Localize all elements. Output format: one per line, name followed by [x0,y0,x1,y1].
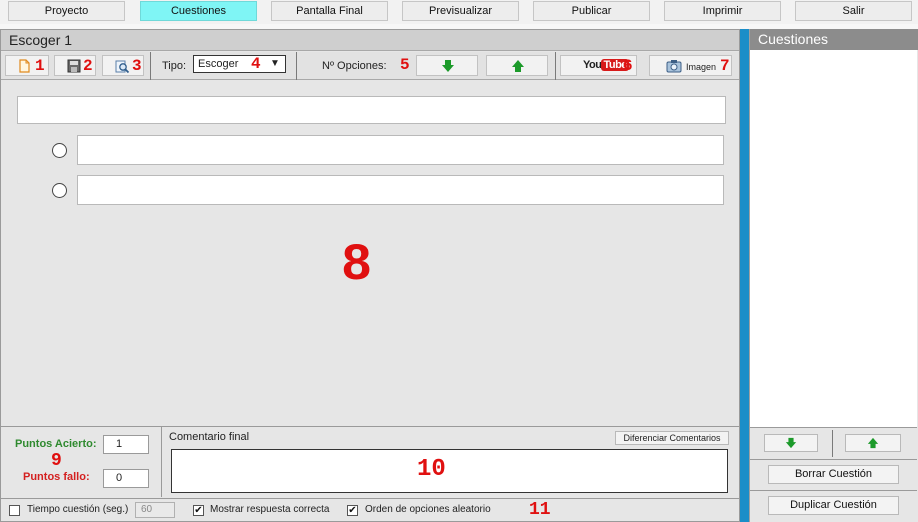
menu-salir-button[interactable]: Salir [795,1,912,21]
annotation-marker-5: 5 [400,56,410,74]
move-question-down-button[interactable] [764,434,818,452]
annotation-marker-7: 7 [720,57,730,75]
decrease-options-button[interactable] [416,55,478,76]
diferenciar-comentarios-button[interactable]: Diferenciar Comentarios [615,431,729,445]
annotation-marker-1: 1 [35,57,45,75]
puntos-fallo-input[interactable]: 0 [103,469,149,488]
sidebar-separator [832,430,833,457]
camera-icon [666,60,682,73]
save-button[interactable]: 2 [54,55,96,76]
mostrar-respuesta-label: Mostrar respuesta correcta [210,504,330,515]
option-2-input[interactable] [77,175,724,205]
increase-options-button[interactable] [486,55,548,76]
top-menu-bar: Proyecto Cuestiones Pantalla Final Previ… [0,0,918,24]
arrow-up-icon [867,437,879,449]
puntos-acierto-input[interactable]: 1 [103,435,149,454]
save-disk-icon [67,59,81,73]
annotation-marker-11: 11 [529,500,551,520]
tipo-selected-value: Escoger [198,58,239,70]
tipo-select[interactable]: Escoger 4 ▼ [193,55,286,73]
menu-publicar-button[interactable]: Publicar [533,1,650,21]
comentario-final-label: Comentario final [169,431,250,443]
preview-question-button[interactable]: 3 [102,55,144,76]
menu-cuestiones-button[interactable]: Cuestiones [140,1,257,21]
puntos-acierto-label: Puntos Acierto: [15,438,97,450]
annotation-marker-6: 6 [623,57,633,75]
duplicar-cuestion-button[interactable]: Duplicar Cuestión [768,496,899,515]
orden-aleatorio-checkbox[interactable]: ✔ [347,505,358,516]
annotation-marker-8: 8 [341,236,373,295]
sidebar-title: Cuestiones [750,29,918,50]
menu-previsualizar-button[interactable]: Previsualizar [402,1,519,21]
annotation-marker-2: 2 [83,57,93,75]
orden-aleatorio-label: Orden de opciones aleatorio [365,504,491,515]
toolbar-separator [150,52,151,80]
tiempo-input[interactable]: 60 [135,502,175,518]
imagen-button[interactable]: Imagen 7 [649,55,732,76]
arrow-down-icon [442,60,454,72]
cuestiones-list[interactable] [750,50,917,428]
annotation-marker-9: 9 [51,451,62,471]
question-title: Escoger 1 [1,30,739,51]
toolbar-separator [296,52,297,80]
scoring-comment-area: Puntos Acierto: 1 9 Puntos fallo: 0 Come… [1,426,739,497]
chevron-down-icon: ▼ [270,58,280,69]
youtube-button[interactable]: You Tube 6 [560,55,637,76]
toolbar-separator [555,52,556,80]
mostrar-respuesta-checkbox[interactable]: ✔ [193,505,204,516]
arrow-down-icon [785,437,797,449]
imagen-label: Imagen [686,62,717,72]
sidebar-divider [750,490,917,491]
new-question-button[interactable]: 1 [5,55,49,76]
editor-toolbar: 1 2 3 Tipo: Escoger 4 ▼ Nº Opciones: 5 Y… [1,52,739,80]
sidebar-accent-strip [740,29,749,522]
option-1-radio[interactable] [52,143,67,158]
arrow-up-icon [512,60,524,72]
question-text-input[interactable] [17,96,726,124]
move-question-up-button[interactable] [845,434,901,452]
magnifier-preview-icon [115,60,130,74]
question-editor-panel: Escoger 1 1 2 3 Tipo: Escoger 4 ▼ Nº Opc… [0,29,740,522]
tiempo-checkbox[interactable] [9,505,20,516]
menu-proyecto-button[interactable]: Proyecto [8,1,125,21]
question-options-footer: Tiempo cuestión (seg.) 60 ✔ Mostrar resp… [1,498,739,521]
option-2-radio[interactable] [52,183,67,198]
cuestiones-sidebar: Cuestiones Borrar Cuestión Duplicar Cues… [749,29,918,522]
menu-imprimir-button[interactable]: Imprimir [664,1,781,21]
option-1-input[interactable] [77,135,724,165]
annotation-marker-10: 10 [417,456,446,483]
new-document-icon [19,59,30,73]
comentario-final-textarea[interactable]: 10 [171,449,728,493]
num-opciones-label: Nº Opciones: [322,60,387,72]
section-divider [161,427,162,497]
borrar-cuestion-button[interactable]: Borrar Cuestión [768,465,899,484]
annotation-marker-4: 4 [251,55,261,73]
menu-pantalla-final-button[interactable]: Pantalla Final [271,1,388,21]
annotation-marker-3: 3 [132,57,142,75]
puntos-fallo-label: Puntos fallo: [23,471,90,483]
tiempo-label: Tiempo cuestión (seg.) [27,504,129,515]
tipo-label: Tipo: [162,60,187,72]
sidebar-divider [750,459,917,460]
